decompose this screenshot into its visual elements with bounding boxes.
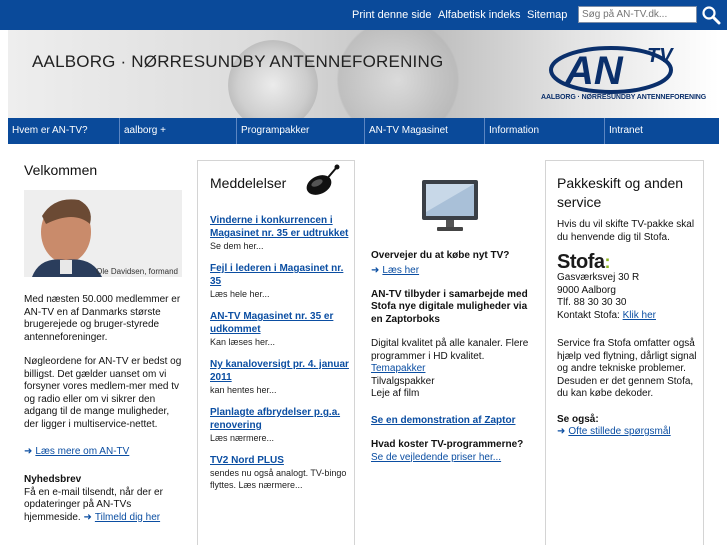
stofa-phone: Tlf. 88 30 30 30 [557,297,627,308]
zaptor-intro: AN-TV tilbyder i samarbejde med Stofa ny… [371,288,528,325]
chairman-photo: Ole Davidsen, formand [24,190,182,277]
prices-row: Se de vejledende priser her... [371,452,531,465]
announcement-sub: Kan læses her... [210,337,276,347]
service-description: Service fra Stofa omfatter også hjælp ve… [557,338,697,399]
temapakker-row: Temapakker [371,363,531,376]
stofa-contact-row: Kontakt Stofa: Klik her [557,309,656,321]
nav-item-hvem-er-an-tv[interactable]: Hvem er AN-TV? [8,118,118,144]
digital-quality-text: Digital kvalitet på alle kanaler. Flere … [371,338,529,362]
announcement-sub: Læs hele her... [210,289,270,299]
announcements-panel: Meddelelser Vinderne i konkurrencen i Ma… [197,160,355,545]
tv-cost-question: Hvad koster TV-programmerne? [371,439,524,450]
arrow-icon: ➜ [557,426,566,437]
logo-subtitle: AALBORG · NØRRESUNDBY ANTENNEFORENING [541,94,707,101]
arrow-icon: ➜ [371,264,380,276]
banner-decoration [328,30,468,118]
announcement-link[interactable]: Ny kanaloversigt pr. 4. januar 2011 [210,359,349,383]
list-item: Planlagte afbrydelser p.g.a. renovering … [210,406,350,444]
nav-item-an-tv-magasinet[interactable]: AN-TV Magasinet [364,118,484,144]
new-tv-question: Overvejer du at købe nyt TV? [371,250,510,261]
more-about-an-tv-link[interactable]: Læs mere om AN-TV [35,446,129,457]
utility-bar: Print denne side Alfabetisk indeks Sitem… [0,0,727,30]
search-input[interactable] [578,6,697,23]
welcome-column: Velkommen Ole Davidsen, formand Med næst… [24,162,184,524]
flat-tv-icon [422,180,478,231]
announcement-link[interactable]: AN-TV Magasinet nr. 35 er udkommet [210,311,333,335]
nav-item-information[interactable]: Information [484,118,604,144]
see-also-label: Se også: [557,413,599,425]
nav-item-aalborg-plus[interactable]: aalborg + [119,118,236,144]
list-item: Fejl i lederen i Magasinet nr. 35 Læs he… [210,262,350,300]
service-body: Hvis du vil skifte TV-pakke skal du henv… [557,219,699,437]
welcome-keywords: Nøgleordene for AN-TV er bedst og billig… [24,356,182,430]
zaptor-demo-link[interactable]: Se en demonstration af Zaptor [371,415,515,426]
stofa-city: 9000 Aalborg [557,284,616,296]
sitemap-link[interactable]: Sitemap [527,9,567,21]
more-about-link-row: ➜ Læs mere om AN-TV [24,446,184,457]
temapakker-link[interactable]: Temapakker [371,363,425,374]
an-tv-logo[interactable]: AN TV [543,42,713,96]
announcement-sub: sendes nu også analogt. TV-bingo flyttes… [210,468,347,490]
demo-row: Se en demonstration af Zaptor [371,415,531,428]
faq-row: ➜ Ofte stillede spørgsmål [557,426,699,437]
print-link[interactable]: Print denne side [352,9,432,21]
nav-item-intranet[interactable]: Intranet [604,118,719,144]
newsletter-text: Få en e-mail tilsendt, når der er opdate… [24,486,163,523]
service-panel: Pakkeskift og anden service Hvis du vil … [545,160,704,545]
newsletter-signup-link[interactable]: Tilmeld dig her [95,512,160,523]
logo-tv-text: TV [647,45,674,67]
list-item: Vinderne i konkurrencen i Magasinet nr. … [210,214,350,252]
photo-caption: Ole Davidsen, formand [96,267,178,276]
alphabetical-index-link[interactable]: Alfabetisk indeks [438,9,521,21]
contact-stofa-link[interactable]: Klik her [623,310,656,321]
welcome-heading: Velkommen [24,162,98,178]
service-heading: Pakkeskift og anden service [557,175,684,210]
announcement-sub: Se dem her... [210,241,264,251]
content-area: Velkommen Ole Davidsen, formand Med næst… [8,144,719,545]
announcement-link[interactable]: TV2 Nord PLUS [210,455,284,466]
faq-link[interactable]: Ofte stillede spørgsmål [568,426,670,437]
list-item: Ny kanaloversigt pr. 4. januar 2011 kan … [210,358,350,396]
announcement-sub: Læs nærmere... [210,433,275,443]
welcome-intro: Med næsten 50.000 medlemmer er AN-TV en … [24,294,181,343]
main-nav: Hvem er AN-TV? aalborg + Programpakker A… [8,118,719,144]
search-icon[interactable] [700,5,722,25]
arrow-icon: ➜ [83,511,92,523]
site-title: AALBORG · NØRRESUNDBY ANTENNEFORENING [32,52,444,71]
satellite-dish-icon [306,164,340,195]
announcement-list: Vinderne i konkurrencen i Magasinet nr. … [210,214,350,491]
film-rental-text: Leje af film [371,388,420,399]
header-banner: AALBORG · NØRRESUNDBY ANTENNEFORENING AN… [8,30,719,118]
announcement-sub: kan hentes her... [210,385,277,395]
nav-item-programpakker[interactable]: Programpakker [236,118,364,144]
newsletter-heading: Nyhedsbrev [24,474,82,485]
service-intro: Hvis du vil skifte TV-pakke skal du henv… [557,219,695,243]
list-item: TV2 Nord PLUS sendes nu også analogt. TV… [210,454,350,491]
read-here-row: ➜ Læs her [371,265,531,276]
announcements-heading: Meddelelser [210,175,287,191]
tv-column: Overvejer du at købe nyt TV? ➜ Læs her AN… [371,176,531,464]
arrow-icon: ➜ [24,446,33,457]
logo-text: AN [564,49,624,93]
prices-link[interactable]: Se de vejledende priser her... [371,452,501,463]
announcement-link[interactable]: Vinderne i konkurrencen i Magasinet nr. … [210,215,348,239]
tilvalgspakker-text: Tilvalgspakker [371,375,435,387]
read-here-link[interactable]: Læs her [382,265,419,276]
stofa-logo[interactable]: Stofa: [557,252,699,272]
announcement-link[interactable]: Fejl i lederen i Magasinet nr. 35 [210,263,343,287]
list-item: AN-TV Magasinet nr. 35 er udkommet Kan l… [210,310,350,348]
stofa-address: Gasværksvej 30 R [557,272,640,283]
announcement-link[interactable]: Planlagte afbrydelser p.g.a. renovering [210,407,340,431]
